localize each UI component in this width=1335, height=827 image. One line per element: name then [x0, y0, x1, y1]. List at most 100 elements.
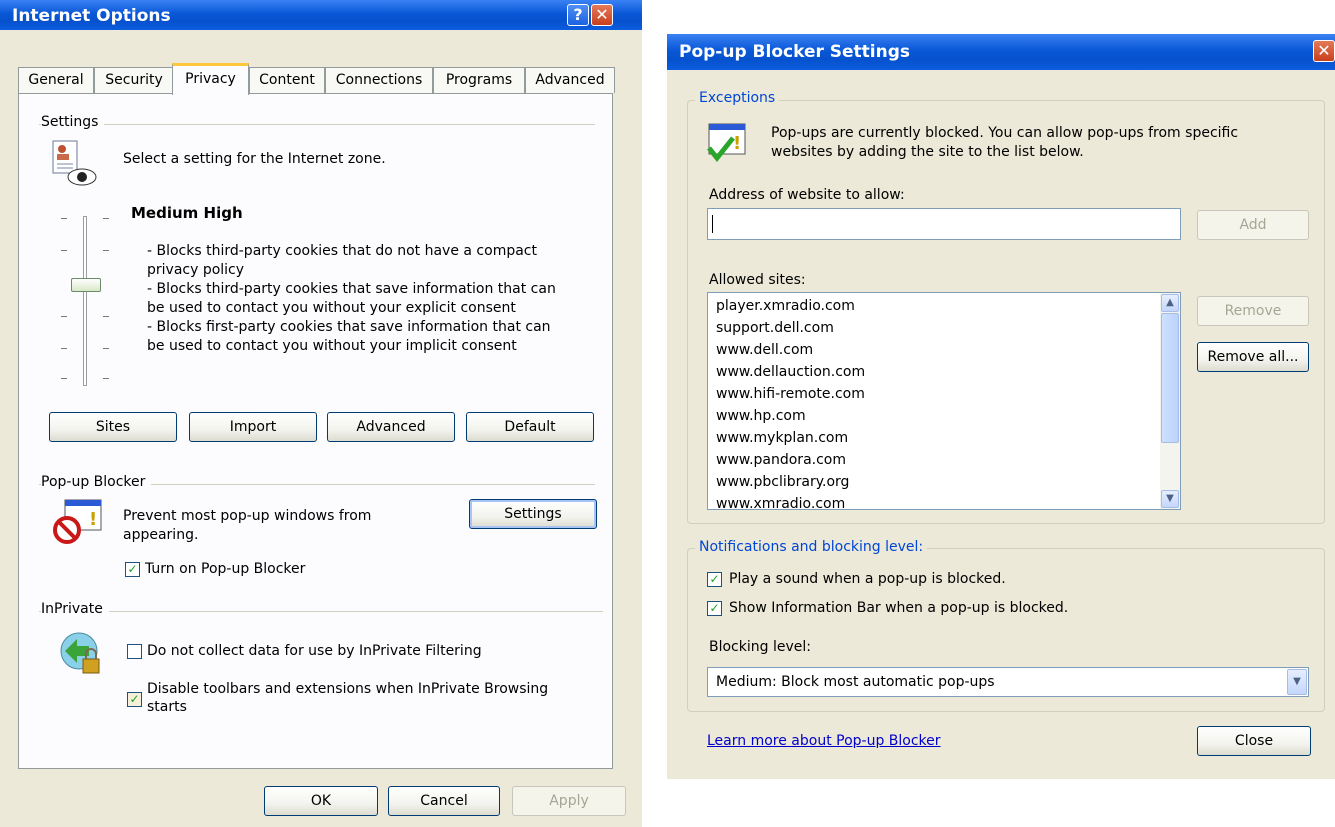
list-item[interactable]: www.mykplan.com — [716, 427, 848, 449]
allowed-sites-list[interactable]: player.xmradio.com support.dell.com www.… — [707, 292, 1181, 510]
inprivate-icon — [60, 632, 100, 674]
info-bar-label: Show Information Bar when a pop-up is bl… — [729, 600, 1069, 616]
tab-privacy[interactable]: Privacy — [172, 63, 249, 95]
ok-button[interactable]: OK — [264, 786, 378, 816]
internet-options-window: Internet Options ? ✕ General Security Pr… — [0, 0, 642, 827]
close-dialog-button[interactable]: Close — [1197, 726, 1311, 756]
list-item[interactable]: www.pandora.com — [716, 449, 846, 471]
slider-tick — [61, 218, 67, 219]
settings-description: Select a setting for the Internet zone. — [123, 151, 386, 167]
scroll-up-icon[interactable]: ▲ — [1161, 294, 1179, 312]
list-item[interactable]: www.dell.com — [716, 339, 813, 361]
settings-group-label: Settings — [41, 114, 105, 130]
tab-advanced[interactable]: Advanced — [525, 67, 615, 93]
privacy-detail-line: privacy policy — [147, 262, 245, 278]
tab-strip: General Security Privacy Content Connect… — [18, 63, 628, 95]
list-item[interactable]: www.dellauction.com — [716, 361, 865, 383]
slider-thumb[interactable] — [71, 278, 101, 292]
popup-blocker-icon: ! — [53, 499, 102, 544]
disable-toolbars-checkbox[interactable]: ✓ — [127, 692, 142, 707]
popup-description-line2: appearing. — [123, 527, 199, 543]
blocking-level-select[interactable]: Medium: Block most automatic pop-ups ▼ — [707, 667, 1309, 697]
chevron-down-icon[interactable]: ▼ — [1287, 669, 1307, 695]
window-title: Internet Options — [12, 6, 171, 26]
disable-toolbars-label-line2: starts — [147, 699, 187, 715]
play-sound-checkbox[interactable]: ✓ — [707, 572, 722, 587]
exceptions-info-line1: Pop-ups are currently blocked. You can a… — [771, 125, 1239, 141]
slider-tick — [103, 250, 109, 251]
slider-tick — [103, 348, 109, 349]
popup-settings-titlebar[interactable]: Pop-up Blocker Settings — [667, 34, 1335, 70]
address-input[interactable] — [707, 208, 1181, 240]
popup-settings-button[interactable]: Settings — [469, 499, 597, 529]
inprivate-filtering-label: Do not collect data for use by InPrivate… — [147, 643, 482, 659]
list-item[interactable]: support.dell.com — [716, 317, 834, 339]
slider-tick — [61, 250, 67, 251]
remove-all-button[interactable]: Remove all... — [1197, 342, 1309, 372]
exceptions-info-line2: websites by adding the site to the list … — [771, 144, 1084, 160]
svg-text:!: ! — [89, 509, 97, 530]
blocking-level-value: Medium: Block most automatic pop-ups — [716, 674, 995, 690]
slider-tick — [103, 218, 109, 219]
popup-info-icon: ! — [707, 123, 746, 163]
privacy-detail-line: be used to contact you without your impl… — [147, 338, 517, 354]
slider-tick — [103, 316, 109, 317]
settings-group-line — [39, 124, 595, 125]
exceptions-group-label: Exceptions — [695, 90, 780, 106]
list-item[interactable]: www.hp.com — [716, 405, 806, 427]
cancel-button[interactable]: Cancel — [388, 786, 500, 816]
help-button[interactable]: ? — [567, 4, 589, 26]
text-caret — [712, 215, 713, 233]
privacy-zone-icon — [52, 140, 97, 186]
sites-button[interactable]: Sites — [49, 412, 177, 442]
slider-tick — [61, 316, 67, 317]
address-label: Address of website to allow: — [709, 187, 905, 203]
apply-button[interactable]: Apply — [512, 786, 626, 816]
import-button[interactable]: Import — [189, 412, 317, 442]
slider-tick — [61, 378, 67, 379]
slider-tick — [103, 378, 109, 379]
privacy-detail-line: - Blocks third-party cookies that save i… — [147, 281, 556, 297]
list-item[interactable]: www.xmradio.com — [716, 493, 845, 509]
allowed-sites-label: Allowed sites: — [709, 272, 806, 288]
internet-options-titlebar[interactable]: Internet Options — [0, 0, 642, 30]
svg-text:!: ! — [733, 133, 741, 154]
inprivate-filtering-checkbox[interactable] — [127, 644, 142, 659]
disable-toolbars-label-line1: Disable toolbars and extensions when InP… — [147, 681, 549, 697]
advanced-button[interactable]: Advanced — [327, 412, 455, 442]
tab-security[interactable]: Security — [94, 67, 174, 93]
inprivate-group-line — [39, 611, 603, 612]
privacy-level-name: Medium High — [131, 204, 243, 222]
privacy-detail-line: - Blocks first-party cookies that save i… — [147, 319, 551, 335]
privacy-detail-line: be used to contact you without your expl… — [147, 300, 516, 316]
scroll-thumb[interactable] — [1161, 313, 1179, 443]
slider-tick — [61, 348, 67, 349]
turn-on-popup-blocker-checkbox[interactable]: ✓ — [125, 562, 140, 577]
popup-settings-title: Pop-up Blocker Settings — [679, 42, 911, 62]
popup-settings-close-icon[interactable]: ✕ — [1313, 40, 1335, 62]
blocking-level-label: Blocking level: — [709, 639, 811, 655]
learn-more-link[interactable]: Learn more about Pop-up Blocker — [707, 732, 941, 750]
allowed-sites-scrollbar[interactable]: ▲ ▼ — [1160, 293, 1180, 509]
add-button[interactable]: Add — [1197, 210, 1309, 240]
list-item[interactable]: www.pbclibrary.org — [716, 471, 849, 493]
scroll-down-icon[interactable]: ▼ — [1161, 490, 1179, 508]
turn-on-popup-blocker-label: Turn on Pop-up Blocker — [145, 561, 306, 577]
play-sound-label: Play a sound when a pop-up is blocked. — [729, 571, 1006, 587]
remove-button[interactable]: Remove — [1197, 296, 1309, 326]
tab-connections[interactable]: Connections — [325, 67, 433, 93]
popup-group-label: Pop-up Blocker — [41, 474, 152, 490]
inprivate-group-label: InPrivate — [41, 601, 109, 617]
close-button[interactable]: ✕ — [591, 4, 613, 26]
default-button[interactable]: Default — [466, 412, 594, 442]
tab-general[interactable]: General — [18, 67, 94, 93]
list-item[interactable]: www.hifi-remote.com — [716, 383, 865, 405]
popup-description-line1: Prevent most pop-up windows from — [123, 508, 372, 524]
tab-programs[interactable]: Programs — [433, 67, 525, 93]
info-bar-checkbox[interactable]: ✓ — [707, 601, 722, 616]
privacy-panel: Settings Select a setting for the Intern… — [18, 93, 613, 769]
tab-content[interactable]: Content — [249, 67, 325, 93]
privacy-level-slider[interactable] — [83, 216, 87, 386]
list-item[interactable]: player.xmradio.com — [716, 295, 855, 317]
popup-blocker-settings-window: Pop-up Blocker Settings ✕ Exceptions ! P… — [667, 34, 1335, 779]
